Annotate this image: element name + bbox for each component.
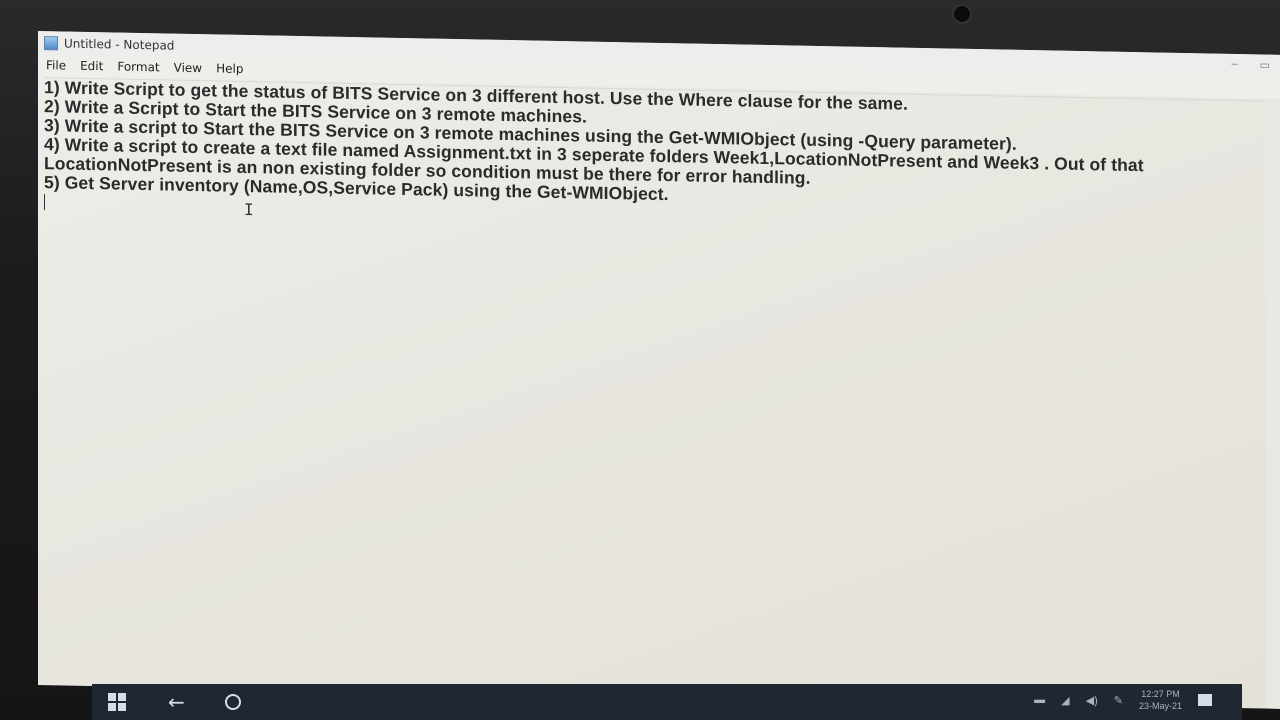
volume-icon[interactable]: ◀)	[1086, 694, 1098, 707]
vertical-scrollbar[interactable]	[1266, 100, 1280, 709]
menu-file[interactable]: File	[46, 58, 66, 72]
taskbar: ← ▬ ◢ ◀) ✎ 12:27 PM 23-May-21	[92, 684, 1242, 720]
ibeam-cursor-icon: I	[244, 199, 254, 220]
menu-edit[interactable]: Edit	[80, 59, 103, 73]
notepad-window: Untitled - Notepad – ▭ File Edit Format …	[38, 31, 1280, 709]
text-editor[interactable]: 1) Write Script to get the status of BIT…	[44, 77, 1280, 709]
search-circle-icon[interactable]	[224, 694, 241, 710]
window-title: Untitled - Notepad	[64, 36, 175, 53]
clock[interactable]: 12:27 PM 23-May-21	[1139, 688, 1182, 712]
clock-time: 12:27 PM	[1141, 689, 1180, 699]
back-arrow-icon[interactable]: ←	[168, 690, 185, 714]
restore-icon[interactable]: ▭	[1260, 58, 1270, 71]
clock-date: 23-May-21	[1138, 701, 1182, 711]
wifi-icon[interactable]: ◢	[1061, 694, 1069, 707]
system-tray: ▬ ◢ ◀) ✎ 12:27 PM 23-May-21	[1034, 688, 1212, 712]
notepad-icon	[44, 36, 58, 51]
menu-help[interactable]: Help	[216, 61, 243, 76]
start-button-icon[interactable]	[108, 693, 126, 711]
window-controls: – ▭	[1231, 58, 1270, 72]
menu-format[interactable]: Format	[117, 60, 159, 75]
battery-icon[interactable]: ▬	[1034, 694, 1045, 706]
pen-icon[interactable]: ✎	[1114, 694, 1123, 707]
minimize-icon[interactable]: –	[1231, 58, 1237, 71]
action-center-icon[interactable]	[1198, 694, 1212, 706]
menu-view[interactable]: View	[174, 61, 202, 76]
webcam	[952, 4, 972, 24]
text-caret	[44, 194, 45, 211]
